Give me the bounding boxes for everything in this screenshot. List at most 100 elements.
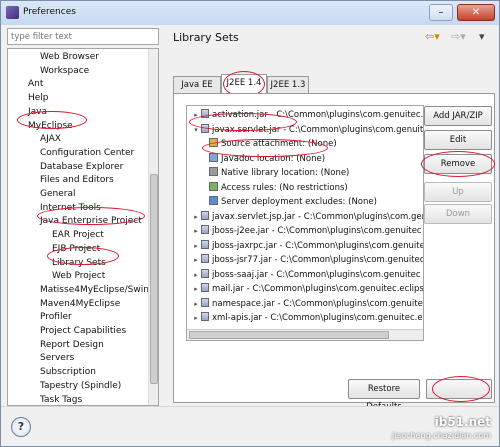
tab-j2ee14[interactable]: J2EE 1.4 bbox=[221, 74, 267, 94]
jar-icon bbox=[201, 225, 209, 234]
tree-item[interactable]: Ant bbox=[28, 78, 43, 91]
jar-item[interactable]: ▸ namespace.jar - C:\Common\plugins\com.g… bbox=[191, 297, 424, 311]
tree-item[interactable]: Profiler bbox=[40, 311, 72, 324]
library-attribute[interactable]: Server deployment excludes: (None) bbox=[209, 195, 377, 209]
library-attribute[interactable]: Source attachment: (None) bbox=[209, 137, 337, 151]
tree-item[interactable]: Subscription bbox=[40, 366, 96, 379]
list-item-label: Server deployment excludes: (None) bbox=[221, 197, 377, 207]
edit-button[interactable]: Edit bbox=[424, 130, 492, 150]
expand-right-icon[interactable]: ▸ bbox=[191, 210, 201, 224]
expand-right-icon[interactable]: ▸ bbox=[191, 239, 201, 253]
tree-item[interactable]: Configuration Center bbox=[40, 147, 134, 160]
jar-item[interactable]: ▾ javax.servlet.jar - C:\Common\plugins\c… bbox=[191, 123, 424, 137]
down-button[interactable]: Down bbox=[424, 204, 492, 224]
expand-right-icon[interactable]: ▸ bbox=[191, 297, 201, 311]
server-icon bbox=[209, 196, 218, 205]
library-attribute[interactable]: Native library location: (None) bbox=[209, 166, 349, 180]
tree-item[interactable]: Java Enterprise Project bbox=[40, 215, 142, 228]
jar-icon bbox=[201, 254, 209, 263]
list-item-label: Native library location: (None) bbox=[221, 168, 350, 178]
jar-item[interactable]: ▸ xml-apis.jar - C:\Common\plugins\com.ge… bbox=[191, 311, 423, 325]
expand-down-icon[interactable]: ▾ bbox=[191, 123, 201, 137]
help-icon[interactable]: ? bbox=[11, 417, 31, 437]
jar-item[interactable]: ▸ mail.jar - C:\Common\plugins\com.genuit… bbox=[191, 282, 423, 296]
right-pane: Library Sets ⇦▾ ⇨▾ ▾ Java EE 5.0 J2EE 1.… bbox=[167, 28, 497, 412]
back-arrow-icon[interactable]: ⇦▾ bbox=[425, 30, 440, 43]
tree-item[interactable]: AJAX bbox=[40, 133, 61, 146]
expand-right-icon[interactable]: ▸ bbox=[191, 268, 201, 282]
expand-right-icon[interactable]: ▸ bbox=[191, 282, 201, 296]
list-item-label: jboss-saaj.jar - C:\Common\plugins\com.g… bbox=[212, 269, 421, 280]
tree-item[interactable]: Java bbox=[28, 106, 47, 119]
expand-right-icon[interactable]: ▸ bbox=[191, 253, 201, 267]
jar-item[interactable]: ▸ jboss-jaxrpc.jar - C:\Common\plugins\co… bbox=[191, 239, 424, 253]
native-icon bbox=[209, 167, 218, 176]
jar-item[interactable]: ▸ jboss-saaj.jar - C:\Common\plugins\com.… bbox=[191, 268, 421, 282]
tree-item[interactable]: Library Sets bbox=[52, 257, 106, 270]
tree-item[interactable]: Database Explorer bbox=[40, 161, 123, 174]
jar-icon bbox=[201, 297, 209, 307]
tree-item[interactable]: EJB Project bbox=[52, 243, 100, 256]
tree-item[interactable]: General bbox=[40, 188, 75, 201]
watermark-domain: jiaocheng.chazidian.com bbox=[391, 431, 491, 440]
jar-icon bbox=[201, 239, 209, 249]
tree-item[interactable]: Help bbox=[28, 92, 49, 105]
tree-item[interactable]: Task Tags bbox=[40, 394, 82, 406]
tree-item[interactable]: Web Project bbox=[52, 270, 105, 283]
filter-input[interactable] bbox=[7, 28, 159, 45]
tree-item[interactable]: Maven4MyEclipse bbox=[40, 298, 120, 311]
tree-item[interactable]: Workspace bbox=[40, 65, 89, 78]
jar-item[interactable]: ▸ activation.jar - C:\Common\plugins\com.… bbox=[191, 108, 423, 122]
tree-item[interactable]: Web Browser bbox=[40, 51, 99, 64]
tree-item[interactable]: MyEclipse bbox=[28, 120, 73, 133]
eclipse-icon bbox=[6, 6, 19, 19]
minimize-button[interactable]: – bbox=[429, 4, 453, 21]
tree-scrollbar[interactable] bbox=[148, 49, 158, 405]
preferences-window: Preferences – ✕ Web BrowserWorkspaceAntH… bbox=[0, 0, 500, 447]
library-attribute[interactable]: Javadoc location: (None) bbox=[209, 152, 325, 166]
forward-arrow-icon[interactable]: ⇨▾ bbox=[451, 30, 466, 43]
jar-item[interactable]: ▸ jboss-j2ee.jar - C:\Common\plugins\com.… bbox=[191, 224, 422, 238]
tree-item[interactable]: Report Design bbox=[40, 339, 104, 352]
tree-item[interactable]: EAR Project bbox=[52, 229, 104, 242]
tree-scroll-thumb[interactable] bbox=[150, 174, 158, 384]
up-button[interactable]: Up bbox=[424, 182, 492, 202]
expand-right-icon[interactable]: ▸ bbox=[191, 108, 201, 122]
window-title: Preferences bbox=[23, 7, 76, 17]
library-attribute[interactable]: Access rules: (No restrictions) bbox=[209, 181, 348, 195]
tree-item[interactable]: Project Capabilities bbox=[40, 325, 126, 338]
restore-defaults-button[interactable]: Restore Defaults bbox=[348, 379, 420, 412]
apply-button[interactable] bbox=[426, 379, 492, 399]
list-item-label: Access rules: (No restrictions) bbox=[221, 182, 348, 193]
list-hscroll[interactable] bbox=[187, 329, 423, 340]
jar-icon bbox=[201, 283, 209, 292]
left-pane: Web BrowserWorkspaceAntHelpJavaMyEclipse… bbox=[7, 28, 159, 406]
tree-item[interactable]: Tapestry (Spindle) bbox=[40, 380, 121, 393]
jar-list: ▸ activation.jar - C:\Common\plugins\com.… bbox=[186, 105, 424, 341]
close-button[interactable]: ✕ bbox=[457, 4, 495, 21]
expand-right-icon[interactable]: ▸ bbox=[191, 224, 201, 238]
tab-j2ee13[interactable]: J2EE 1.3 bbox=[267, 76, 309, 94]
list-item-label: xml-apis.jar - C:\Common\plugins\com.gen… bbox=[212, 313, 423, 323]
jar-icon bbox=[201, 268, 209, 278]
tab-javaee5[interactable]: Java EE 5.0 bbox=[173, 76, 221, 106]
tree-item[interactable]: Files and Editors bbox=[40, 174, 114, 187]
add-jar-button[interactable]: Add JAR/ZIP bbox=[424, 106, 492, 126]
title-bar: Preferences – ✕ bbox=[1, 1, 499, 25]
jar-icon bbox=[201, 312, 209, 321]
access-icon bbox=[209, 181, 218, 191]
list-item-label: jboss-jaxrpc.jar - C:\Common\plugins\com… bbox=[212, 240, 424, 251]
list-item-label: jboss-jsr77.jar - C:\Common\plugins\com.… bbox=[212, 255, 424, 265]
jar-item[interactable]: ▸ javax.servlet.jsp.jar - C:\Common\plugi… bbox=[191, 210, 423, 224]
jar-icon bbox=[201, 109, 209, 118]
list-item-label: javax.servlet.jar - C:\Common\plugins\co… bbox=[212, 124, 424, 135]
expand-right-icon[interactable]: ▸ bbox=[191, 311, 201, 325]
jar-item[interactable]: ▸ jboss-jsr77.jar - C:\Common\plugins\com… bbox=[191, 253, 424, 267]
tree-item[interactable]: Matisse4MyEclipse/Swing bbox=[40, 284, 155, 297]
list-item-label: namespace.jar - C:\Common\plugins\com.ge… bbox=[212, 298, 424, 309]
tree-item[interactable]: Servers bbox=[40, 352, 74, 365]
tree-item[interactable]: Internet Tools bbox=[40, 202, 101, 215]
remove-button[interactable]: Remove bbox=[424, 154, 492, 174]
list-hscroll-thumb[interactable] bbox=[189, 331, 389, 339]
menu-icon[interactable]: ▾ bbox=[479, 30, 485, 43]
